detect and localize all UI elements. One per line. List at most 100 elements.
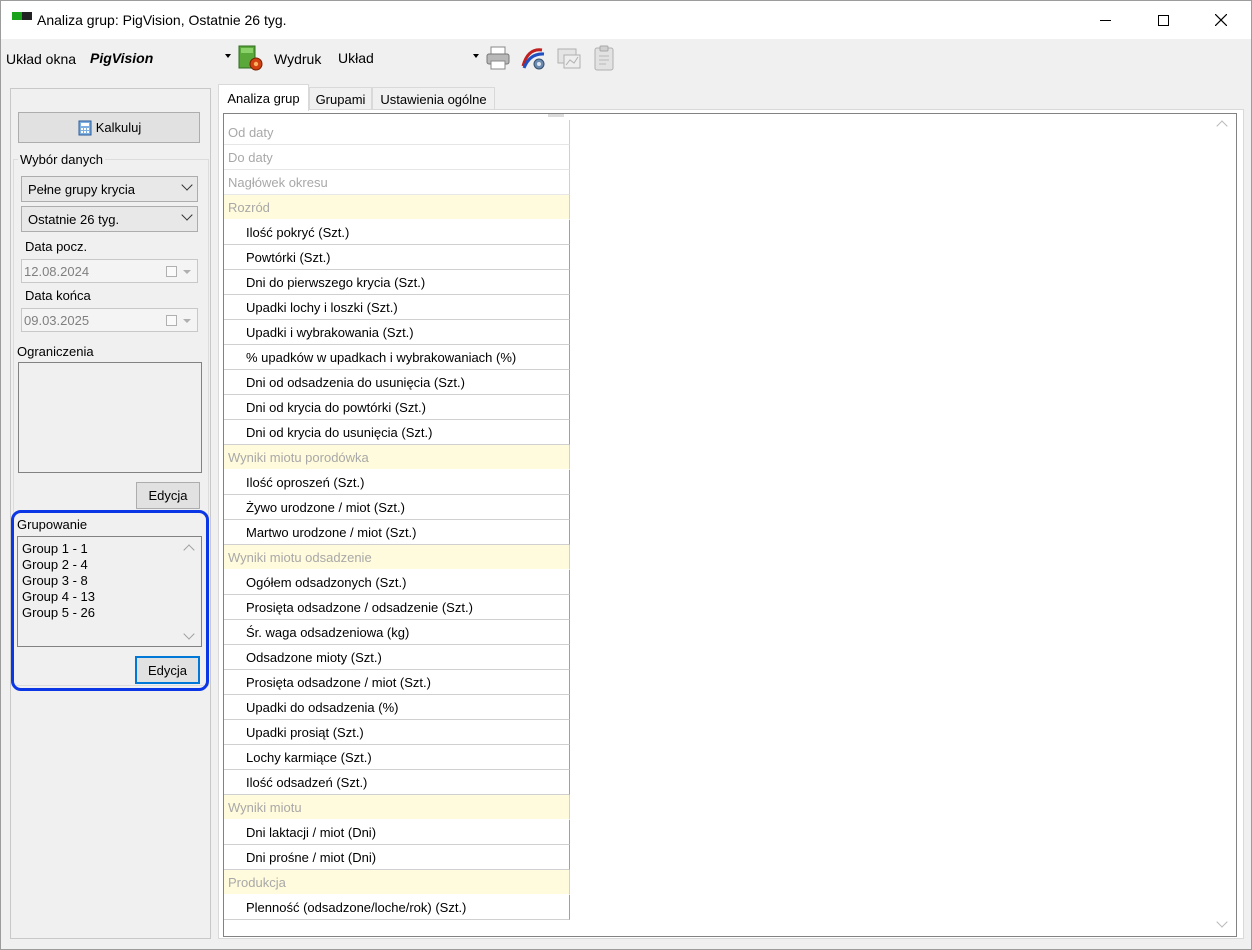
row-label: Nagłówek okresu — [228, 175, 328, 190]
results-grid[interactable]: Od daty Do daty Nagłówek okresu Rozród Ilość… — [223, 113, 1237, 937]
row-label: Wyniki miotu odsadzenie — [228, 550, 372, 565]
title-bar: Analiza grup: PigVision, Ostatnie 26 tyg… — [1, 1, 1251, 39]
grid-header-row: Od daty — [224, 120, 570, 145]
chevron-down-icon — [473, 54, 479, 58]
row-label: Dni laktacji / miot (Dni) — [246, 825, 377, 840]
row-label: Dni od krycia do powtórki (Szt.) — [246, 400, 426, 415]
table-row[interactable]: Ilość pokryć (Szt.) — [224, 220, 570, 245]
table-row[interactable]: Dni od krycia do usunięcia (Szt.) — [224, 420, 570, 445]
chevron-down-icon — [181, 209, 193, 221]
end-date-field[interactable]: 09.03.2025 — [21, 308, 198, 332]
table-row[interactable]: Plenność (odsadzone/loche/rok) (Szt.) — [224, 895, 570, 920]
table-row[interactable]: Upadki lochy i loszki (Szt.) — [224, 295, 570, 320]
grid-section-row: Wyniki miotu porodówka — [224, 445, 570, 470]
row-label: Od daty — [228, 125, 274, 140]
end-date-value: 09.03.2025 — [24, 313, 90, 328]
layout-combo-value: PigVision — [90, 50, 154, 66]
table-row[interactable]: Upadki do odsadzenia (%) — [224, 695, 570, 720]
table-row[interactable]: Ogółem odsadzonych (Szt.) — [224, 570, 570, 595]
restrictions-label: Ograniczenia — [17, 344, 94, 359]
row-label: Odsadzone mioty (Szt.) — [246, 650, 382, 665]
table-row[interactable]: Żywo urodzone / miot (Szt.) — [224, 495, 570, 520]
end-date-label: Data końca — [25, 288, 91, 303]
grid-section-row: Rozród — [224, 195, 570, 220]
tab-groups[interactable]: Grupami — [309, 87, 372, 110]
group-type-value: Pełne grupy krycia — [28, 182, 135, 197]
restrictions-edit-button[interactable]: Edycja — [136, 482, 200, 509]
layout-combo[interactable]: PigVision — [86, 45, 233, 71]
table-row[interactable]: Dni prośne / miot (Dni) — [224, 845, 570, 870]
restrictions-edit-label: Edycja — [148, 488, 188, 503]
calculator-icon — [78, 120, 92, 135]
row-label: Dni do pierwszego krycia (Szt.) — [246, 275, 426, 290]
table-row[interactable]: Prosięta odsadzone / odsadzenie (Szt.) — [224, 595, 570, 620]
period-value: Ostatnie 26 tyg. — [28, 212, 120, 227]
row-label: Upadki i wybrakowania (Szt.) — [246, 325, 414, 340]
tab-general-settings[interactable]: Ustawienia ogólne — [372, 87, 495, 110]
row-label: Prosięta odsadzone / miot (Szt.) — [246, 675, 431, 690]
row-label: Prosięta odsadzone / odsadzenie (Szt.) — [246, 600, 473, 615]
row-label: Upadki do odsadzenia (%) — [246, 700, 399, 715]
row-label: % upadków w upadkach i wybrakowaniach (%… — [246, 350, 517, 365]
row-label: Upadki prosiąt (Szt.) — [246, 725, 364, 740]
table-row[interactable]: Ilość odsadzeń (Szt.) — [224, 770, 570, 795]
table-row[interactable]: Prosięta odsadzone / miot (Szt.) — [224, 670, 570, 695]
calendar-icon — [166, 315, 177, 326]
scroll-up-icon[interactable] — [1216, 120, 1228, 132]
close-button[interactable] — [1192, 1, 1250, 39]
period-select[interactable]: Ostatnie 26 tyg. — [21, 206, 198, 232]
minimize-button[interactable] — [1076, 1, 1134, 39]
table-row[interactable]: Lochy karmiące (Szt.) — [224, 745, 570, 770]
group-type-select[interactable]: Pełne grupy krycia — [21, 176, 198, 202]
restrictions-list[interactable] — [18, 362, 202, 473]
row-label: Produkcja — [228, 875, 286, 890]
table-row[interactable]: Odsadzone mioty (Szt.) — [224, 645, 570, 670]
scroll-down-icon[interactable] — [1216, 916, 1228, 928]
print-label: Wydruk — [274, 51, 322, 67]
print-preview-icon[interactable] — [520, 44, 548, 72]
table-row[interactable]: Dni do pierwszego krycia (Szt.) — [224, 270, 570, 295]
table-row[interactable]: Dni od odsadzenia do usunięcia (Szt.) — [224, 370, 570, 395]
row-label: Dni prośne / miot (Dni) — [246, 850, 377, 865]
grid-header-row: Nagłówek okresu — [224, 170, 570, 195]
layout-settings-icon[interactable] — [236, 44, 264, 72]
start-date-field[interactable]: 12.08.2024 — [21, 259, 198, 283]
printer-icon[interactable] — [484, 44, 512, 72]
table-row[interactable]: % upadków w upadkach i wybrakowaniach (%… — [224, 345, 570, 370]
chevron-down-icon — [183, 319, 191, 323]
start-date-label: Data pocz. — [25, 239, 88, 254]
calculate-button-label: Kalkuluj — [95, 120, 142, 135]
grid-section-row: Wyniki miotu — [224, 795, 570, 820]
row-label: Ilość odsadzeń (Szt.) — [246, 775, 368, 790]
print-combo-value: Układ — [338, 50, 374, 66]
maximize-button[interactable] — [1134, 1, 1192, 39]
table-row[interactable]: Upadki prosiąt (Szt.) — [224, 720, 570, 745]
table-row[interactable]: Upadki i wybrakowania (Szt.) — [224, 320, 570, 345]
calculate-button[interactable]: Kalkuluj — [18, 112, 200, 143]
table-row[interactable]: Martwo urodzone / miot (Szt.) — [224, 520, 570, 545]
chart-icon — [555, 44, 583, 72]
layout-label: Układ okna — [6, 51, 77, 67]
close-icon — [1215, 14, 1227, 26]
table-row[interactable]: Powtórki (Szt.) — [224, 245, 570, 270]
table-row[interactable]: Dni od krycia do powtórki (Szt.) — [224, 395, 570, 420]
chevron-down-icon — [181, 179, 193, 191]
row-label: Lochy karmiące (Szt.) — [246, 750, 372, 765]
window-title: Analiza grup: PigVision, Ostatnie 26 tyg… — [37, 12, 287, 28]
row-label: Do daty — [228, 150, 273, 165]
row-label: Wyniki miotu — [228, 800, 302, 815]
table-row[interactable]: Ilość oproszeń (Szt.) — [224, 470, 570, 495]
tab-group-analysis[interactable]: Analiza grup — [218, 84, 309, 111]
grouping-highlight — [11, 510, 209, 691]
table-row[interactable]: Dni laktacji / miot (Dni) — [224, 820, 570, 845]
table-row[interactable]: Śr. waga odsadzeniowa (kg) — [224, 620, 570, 645]
row-label: Śr. waga odsadzeniowa (kg) — [246, 625, 410, 640]
grid-header-row: Do daty — [224, 145, 570, 170]
row-label: Wyniki miotu porodówka — [228, 450, 369, 465]
print-combo[interactable]: Układ — [334, 45, 481, 71]
content-area: Od daty Do daty Nagłówek okresu Rozród Ilość… — [218, 109, 1244, 939]
app-window: Analiza grup: PigVision, Ostatnie 26 tyg… — [0, 0, 1252, 950]
row-label: Upadki lochy i loszki (Szt.) — [246, 300, 398, 315]
row-label: Ilość pokryć (Szt.) — [246, 225, 350, 240]
row-label: Ogółem odsadzonych (Szt.) — [246, 575, 407, 590]
